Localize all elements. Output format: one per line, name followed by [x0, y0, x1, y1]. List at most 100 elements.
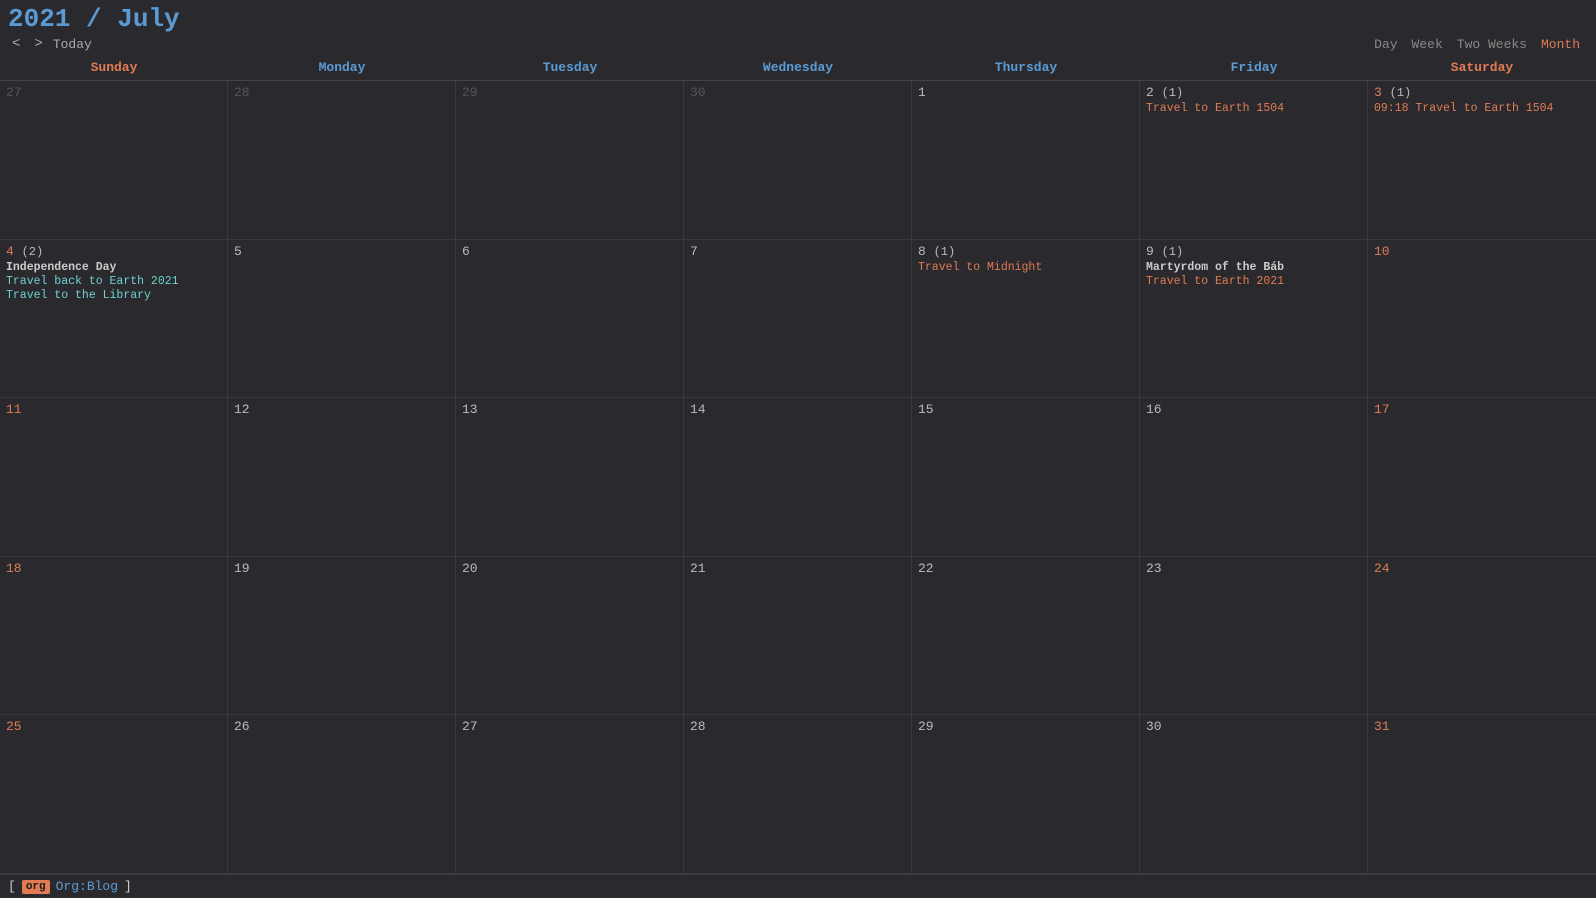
table-row[interactable]: 20	[456, 557, 684, 716]
day-number: 29	[918, 719, 1133, 734]
day-number: 7	[690, 244, 905, 259]
prev-button[interactable]: <	[8, 36, 24, 52]
table-row[interactable]: 11	[0, 398, 228, 557]
header-tuesday: Tuesday	[456, 54, 684, 80]
view-month[interactable]: Month	[1541, 37, 1580, 52]
table-row[interactable]: 10	[1368, 240, 1596, 399]
header-thursday: Thursday	[912, 54, 1140, 80]
day-number: 27	[462, 719, 677, 734]
day-number: 8 (1)	[918, 244, 1133, 259]
table-row[interactable]: 26	[228, 715, 456, 874]
table-row[interactable]: 27	[456, 715, 684, 874]
next-button[interactable]: >	[30, 36, 46, 52]
day-number: 30	[1146, 719, 1361, 734]
header-saturday: Saturday	[1368, 54, 1596, 80]
table-row[interactable]: 19	[228, 557, 456, 716]
table-row[interactable]: 27	[0, 81, 228, 240]
calendar-grid: 27 28 29 30 1 2 (1) Travel to Earth 1504…	[0, 81, 1596, 874]
header-monday: Monday	[228, 54, 456, 80]
app: 2021 / July < > Today Day Week Two Weeks…	[0, 0, 1596, 898]
day-number: 3 (1)	[1374, 85, 1590, 100]
table-row[interactable]: 17	[1368, 398, 1596, 557]
table-row[interactable]: 30	[684, 81, 912, 240]
table-row[interactable]: 29	[912, 715, 1140, 874]
month-label: July	[117, 4, 179, 34]
header: 2021 / July < > Today Day Week Two Weeks…	[0, 0, 1596, 54]
table-row[interactable]: 16	[1140, 398, 1368, 557]
bracket-close: ]	[124, 879, 132, 894]
day-number: 26	[234, 719, 449, 734]
header-friday: Friday	[1140, 54, 1368, 80]
view-day[interactable]: Day	[1374, 37, 1397, 52]
day-number: 12	[234, 402, 449, 417]
table-row[interactable]: 15	[912, 398, 1140, 557]
day-number: 16	[1146, 402, 1361, 417]
org-label[interactable]: Org:Blog	[56, 879, 118, 894]
table-row[interactable]: 4 (2) Independence Day Travel back to Ea…	[0, 240, 228, 399]
table-row[interactable]: 7	[684, 240, 912, 399]
day-number: 21	[690, 561, 905, 576]
event-item[interactable]: Travel to the Library	[6, 289, 221, 302]
header-sunday: Sunday	[0, 54, 228, 80]
slash-label: /	[86, 4, 117, 34]
table-row[interactable]: 1	[912, 81, 1140, 240]
day-number: 14	[690, 402, 905, 417]
day-number: 27	[6, 85, 221, 100]
day-headers: Sunday Monday Tuesday Wednesday Thursday…	[0, 54, 1596, 81]
table-row[interactable]: 22	[912, 557, 1140, 716]
table-row[interactable]: 21	[684, 557, 912, 716]
table-row[interactable]: 5	[228, 240, 456, 399]
table-row[interactable]: 13	[456, 398, 684, 557]
day-number: 19	[234, 561, 449, 576]
day-number: 22	[918, 561, 1133, 576]
event-item[interactable]: Independence Day	[6, 261, 221, 274]
event-item[interactable]: Travel back to Earth 2021	[6, 275, 221, 288]
table-row[interactable]: 23	[1140, 557, 1368, 716]
event-item[interactable]: 09:18 Travel to Earth 1504	[1374, 102, 1590, 115]
today-marker: 30	[1146, 719, 1162, 734]
table-row[interactable]: 31	[1368, 715, 1596, 874]
view-two-weeks[interactable]: Two Weeks	[1457, 37, 1527, 52]
table-row[interactable]: 29	[456, 81, 684, 240]
day-number: 28	[690, 719, 905, 734]
day-number: 23	[1146, 561, 1361, 576]
table-row[interactable]: 6	[456, 240, 684, 399]
table-row[interactable]: 8 (1) Travel to Midnight	[912, 240, 1140, 399]
year-label: 2021	[8, 4, 70, 34]
day-number: 4 (2)	[6, 244, 221, 259]
org-tag: org	[22, 880, 50, 894]
event-item[interactable]: Travel to Earth 1504	[1146, 102, 1361, 115]
day-number: 25	[6, 719, 221, 734]
table-row[interactable]: 25	[0, 715, 228, 874]
bracket-open: [	[8, 879, 16, 894]
day-number: 30	[690, 85, 905, 100]
table-row[interactable]: 18	[0, 557, 228, 716]
table-row[interactable]: 28	[684, 715, 912, 874]
day-number: 9 (1)	[1146, 244, 1361, 259]
day-number: 18	[6, 561, 221, 576]
day-number: 31	[1374, 719, 1590, 734]
today-button[interactable]: Today	[53, 37, 92, 52]
day-number: 24	[1374, 561, 1590, 576]
title-row: 2021 / July	[8, 4, 1588, 34]
table-row[interactable]: 9 (1) Martyrdom of the Báb Travel to Ear…	[1140, 240, 1368, 399]
table-row[interactable]: 3 (1) 09:18 Travel to Earth 1504	[1368, 81, 1596, 240]
event-item[interactable]: Martyrdom of the Báb	[1146, 261, 1361, 274]
bottom-bar: [ org Org:Blog ]	[0, 874, 1596, 898]
page-title: 2021 / July	[8, 4, 180, 34]
table-row[interactable]: 28	[228, 81, 456, 240]
view-week[interactable]: Week	[1412, 37, 1443, 52]
nav-row: < > Today Day Week Two Weeks Month	[8, 36, 1588, 52]
header-wednesday: Wednesday	[684, 54, 912, 80]
day-number: 2 (1)	[1146, 85, 1361, 100]
today-cell[interactable]: 30	[1140, 715, 1368, 874]
day-number: 17	[1374, 402, 1590, 417]
day-number: 6	[462, 244, 677, 259]
event-item[interactable]: Travel to Midnight	[918, 261, 1133, 274]
event-item[interactable]: Travel to Earth 2021	[1146, 275, 1361, 288]
table-row[interactable]: 2 (1) Travel to Earth 1504	[1140, 81, 1368, 240]
table-row[interactable]: 12	[228, 398, 456, 557]
day-number: 28	[234, 85, 449, 100]
table-row[interactable]: 14	[684, 398, 912, 557]
table-row[interactable]: 24	[1368, 557, 1596, 716]
